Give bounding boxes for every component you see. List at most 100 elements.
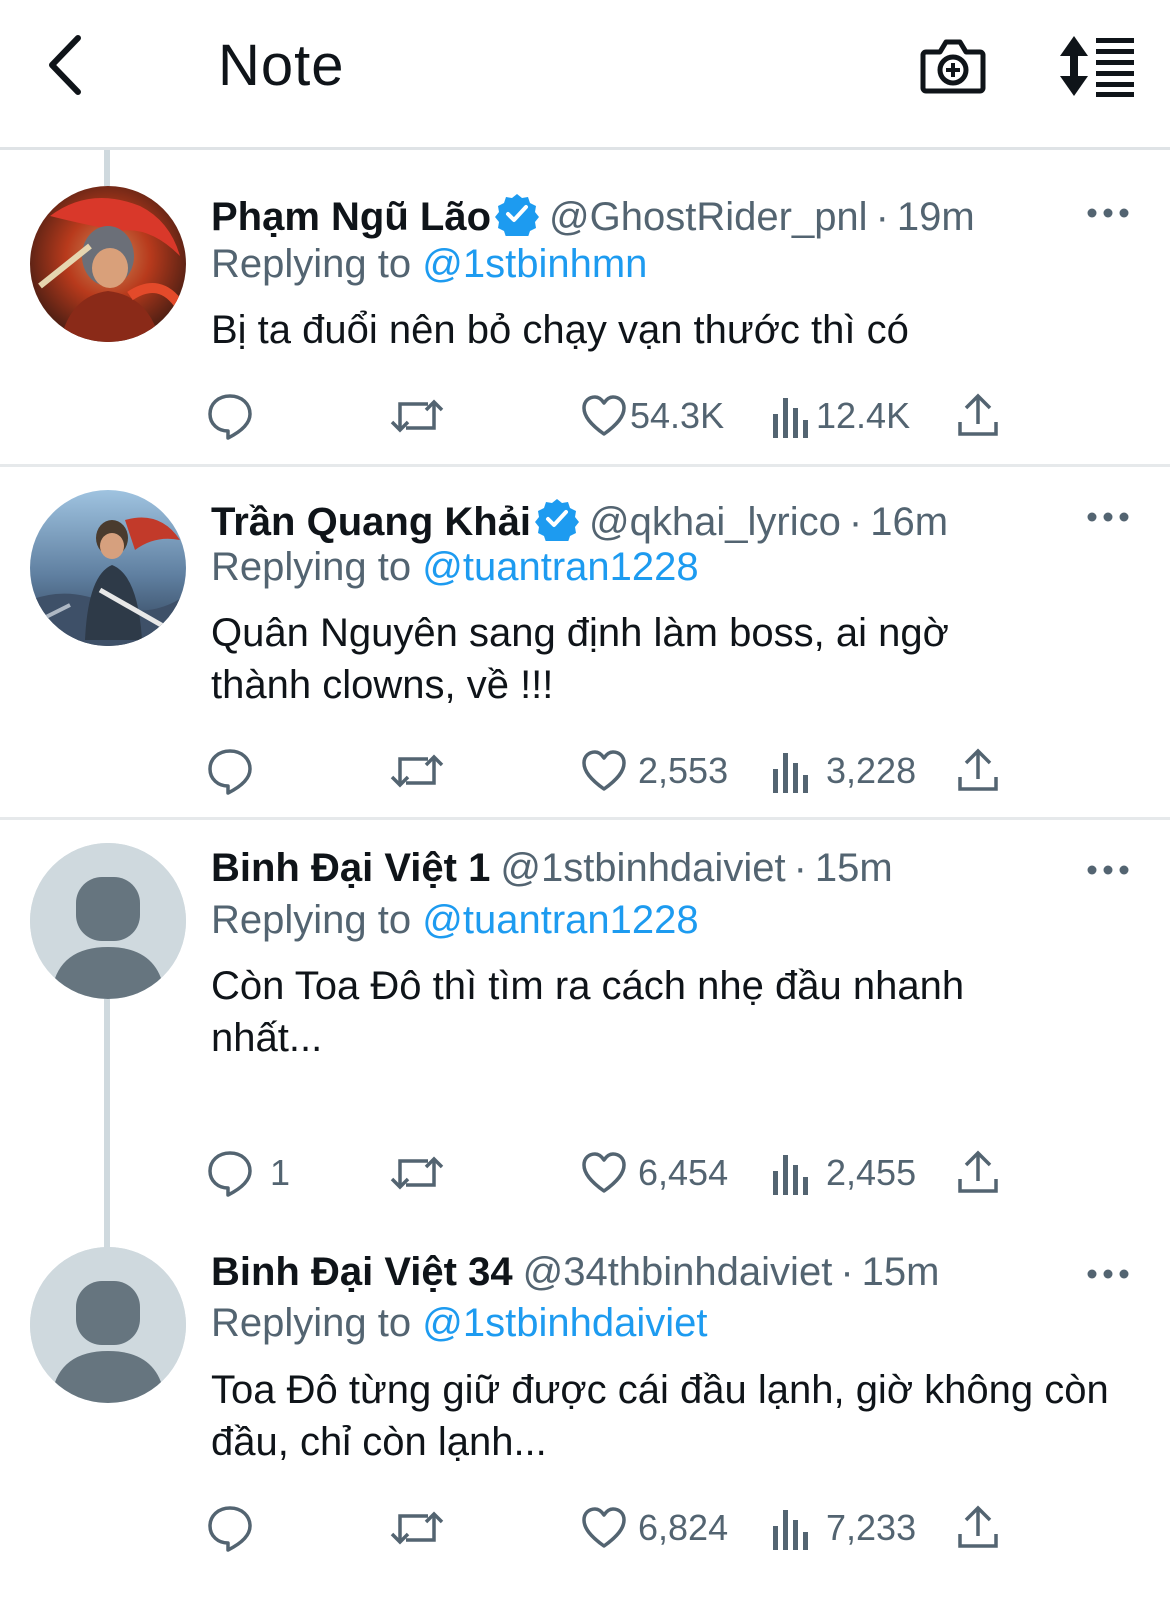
- tweet-text: Còn Toa Đô thì tìm ra cách nhẹ đầu nhanh…: [211, 964, 965, 1060]
- mention-link[interactable]: @tuantran1228: [422, 545, 698, 589]
- like-button[interactable]: 2,553: [580, 741, 728, 801]
- views-chart-icon: [773, 1510, 808, 1550]
- like-button[interactable]: 6,454: [580, 1143, 728, 1203]
- like-count: 54.3K: [630, 395, 725, 436]
- views-button[interactable]: 3,228: [770, 741, 916, 801]
- tweet-actions: 1 6,454 2,455: [0, 1143, 1170, 1203]
- tweet[interactable]: Binh Đại Việt 34 @34thbinhdaiviet · 15m Rep…: [0, 1224, 1170, 1610]
- view-count: 2,455: [826, 1152, 917, 1193]
- user-handle[interactable]: @GhostRider_pnl: [549, 195, 868, 239]
- timestamp[interactable]: 15m: [862, 1250, 940, 1294]
- tweet-text: Bị ta đuổi nên bỏ chạy vạn thước thì có: [211, 308, 909, 352]
- display-name[interactable]: Trần Quang Khải: [211, 500, 531, 544]
- heart-icon: [582, 1152, 626, 1193]
- display-name[interactable]: Binh Đại Việt 1: [211, 846, 490, 890]
- replying-label: Replying to: [211, 545, 412, 589]
- retweet-button[interactable]: [390, 1498, 444, 1558]
- retweet-icon: [390, 1156, 444, 1190]
- mention-link[interactable]: @1stbinhmn: [422, 242, 647, 286]
- avatar[interactable]: [30, 490, 186, 646]
- retweet-button[interactable]: [390, 741, 444, 801]
- reply-count: 1: [270, 1152, 291, 1193]
- tweet[interactable]: Binh Đại Việt 1 @1stbinhdaiviet · 15m Reply…: [0, 820, 1170, 1240]
- back-button[interactable]: [40, 30, 100, 100]
- tweet-actions: 2,553 3,228: [0, 741, 1170, 801]
- separator-dot: ·: [875, 195, 889, 239]
- share-button[interactable]: [956, 386, 1000, 446]
- timestamp[interactable]: 15m: [815, 846, 893, 890]
- separator-dot: ·: [840, 1250, 854, 1294]
- tweet-header: Binh Đại Việt 34 @34thbinhdaiviet · 15m: [211, 1248, 939, 1296]
- share-button[interactable]: [956, 1143, 1000, 1203]
- replying-label: Replying to: [211, 242, 412, 286]
- reply-button[interactable]: 1: [206, 1143, 290, 1203]
- tweet[interactable]: Phạm Ngũ Lão @GhostRider_pnl · 19m Replying…: [0, 150, 1170, 465]
- display-name[interactable]: Phạm Ngũ Lão: [211, 195, 491, 239]
- tweet-header: Phạm Ngũ Lão @GhostRider_pnl · 19m: [211, 192, 975, 241]
- reply-button[interactable]: [206, 741, 264, 801]
- separator-dot: ·: [848, 500, 863, 544]
- avatar[interactable]: [30, 186, 186, 342]
- heart-icon: [582, 750, 626, 791]
- default-avatar: [30, 1247, 186, 1403]
- verified-badge-icon: [535, 499, 580, 541]
- tweet-actions: 54.3K 12.4K: [0, 386, 1170, 446]
- more-options-icon[interactable]: [1086, 855, 1130, 885]
- retweet-icon: [390, 399, 444, 433]
- share-icon: [958, 748, 998, 791]
- user-handle[interactable]: @34thbinhdaiviet: [523, 1250, 833, 1294]
- heart-icon: [582, 395, 626, 436]
- replying-label: Replying to: [211, 898, 412, 942]
- like-count: 6,824: [638, 1507, 729, 1548]
- timestamp[interactable]: 16m: [870, 500, 948, 544]
- replying-to: Replying to @tuantran1228: [211, 543, 699, 591]
- user-handle[interactable]: @1stbinhdaiviet: [500, 846, 785, 890]
- view-count: 7,233: [826, 1507, 917, 1548]
- views-chart-icon: [773, 1155, 808, 1195]
- mention-link[interactable]: @1stbinhdaiviet: [422, 1301, 707, 1345]
- like-button[interactable]: 6,824: [580, 1498, 728, 1558]
- retweet-button[interactable]: [390, 1143, 444, 1203]
- chevron-left-icon: [49, 35, 81, 95]
- tweet[interactable]: Trần Quang Khải @qkhai_lyrico · 16m Replyin…: [0, 467, 1170, 817]
- comment-icon: [208, 1151, 252, 1197]
- sort-button[interactable]: [1058, 34, 1138, 98]
- share-button[interactable]: [956, 741, 1000, 801]
- tweet-header: Binh Đại Việt 1 @1stbinhdaiviet · 15m: [211, 844, 893, 892]
- tweet-actions: 6,824 7,233: [0, 1498, 1170, 1558]
- mention-link[interactable]: @tuantran1228: [422, 898, 698, 942]
- share-button[interactable]: [956, 1498, 1000, 1558]
- views-button[interactable]: 2,455: [770, 1143, 916, 1203]
- like-button[interactable]: 54.3K: [580, 386, 724, 446]
- replying-to: Replying to @1stbinhmn: [211, 240, 647, 288]
- comment-icon: [208, 394, 252, 440]
- separator-dot: ·: [793, 846, 807, 890]
- timestamp[interactable]: 19m: [897, 195, 975, 239]
- comment-icon: [208, 1506, 252, 1552]
- more-options-icon[interactable]: [1086, 502, 1130, 532]
- share-icon: [958, 1505, 998, 1548]
- more-options-icon[interactable]: [1086, 198, 1130, 228]
- retweet-icon: [390, 1511, 444, 1545]
- avatar[interactable]: [30, 843, 186, 999]
- views-button[interactable]: 7,233: [770, 1498, 916, 1558]
- camera-button[interactable]: [920, 30, 986, 100]
- user-handle[interactable]: @qkhai_lyrico: [589, 500, 841, 544]
- reply-button[interactable]: [206, 386, 264, 446]
- replying-to: Replying to @1stbinhdaiviet: [211, 1299, 707, 1347]
- retweet-button[interactable]: [390, 386, 444, 446]
- reply-button[interactable]: [206, 1498, 264, 1558]
- view-count: 12.4K: [816, 395, 911, 436]
- camera-add-icon: [920, 39, 986, 94]
- general-sword-avatar: [30, 490, 186, 646]
- top-bar: Note: [0, 0, 1170, 150]
- share-icon: [958, 1150, 998, 1193]
- more-options-icon[interactable]: [1086, 1259, 1130, 1289]
- comment-icon: [208, 749, 252, 795]
- retweet-icon: [390, 754, 444, 788]
- views-button[interactable]: 12.4K: [770, 386, 910, 446]
- display-name[interactable]: Binh Đại Việt 34: [211, 1250, 513, 1294]
- replying-label: Replying to: [211, 1301, 412, 1345]
- avatar[interactable]: [30, 1247, 186, 1403]
- warrior-red-avatar: [30, 186, 186, 342]
